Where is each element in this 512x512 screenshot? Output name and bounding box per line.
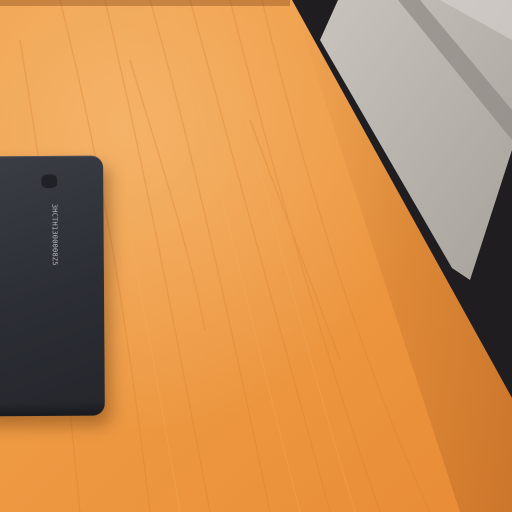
photo-scene: 3HCTH1300008Z5: [0, 0, 512, 512]
device-label: 3HCTH1300008Z5: [11, 204, 58, 334]
device-serial-text: 3HCTH1300008Z5: [50, 203, 59, 266]
device-edge: [0, 401, 105, 417]
top-shadow: [0, 0, 290, 6]
device-button: [41, 173, 58, 188]
black-remote-device: 3HCTH1300008Z5: [0, 155, 105, 417]
